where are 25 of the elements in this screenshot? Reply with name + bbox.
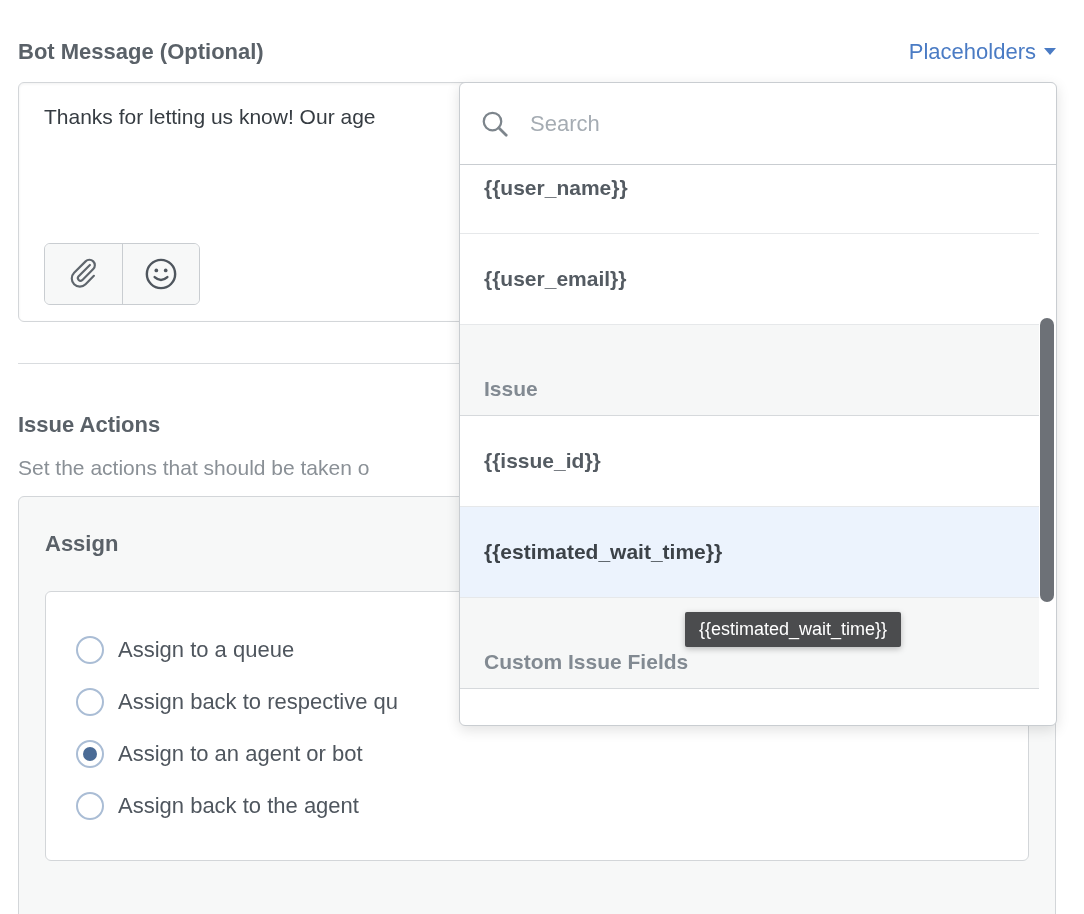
section-description: Set the actions that should be taken o <box>18 456 370 480</box>
radio-button[interactable] <box>76 740 104 768</box>
option-label: Assign to a queue <box>118 637 295 663</box>
scrollbar-thumb[interactable] <box>1040 318 1054 602</box>
radio-button[interactable] <box>76 636 104 664</box>
emoji-button[interactable] <box>122 244 199 304</box>
search-field[interactable]: Search <box>530 110 930 137</box>
radio-button[interactable] <box>76 792 104 820</box>
group-header: Issue <box>460 325 1039 416</box>
tooltip: {{estimated_wait_time}} <box>685 612 902 647</box>
section-title: Issue Actions <box>18 412 161 438</box>
menu-item[interactable]: {{user_email}} <box>460 234 1039 325</box>
message-text: Thanks for letting us know! Our age <box>44 105 376 129</box>
field-label: Bot Message (Optional) <box>18 39 264 65</box>
menu-item[interactable]: {{user_name}} <box>460 165 1039 234</box>
option-label: Assign back to the agent <box>118 793 359 819</box>
caret-icon <box>1044 48 1056 56</box>
smiley-icon <box>144 257 178 291</box>
option-label: Assign to an agent or bot <box>118 741 363 767</box>
card-title: Assign <box>45 531 119 557</box>
menu-item[interactable]: {{issue_id}} <box>460 416 1039 507</box>
placeholders-dropdown[interactable]: Placeholders <box>908 39 1056 65</box>
option-label: Assign back to respective qu <box>118 689 399 715</box>
radio-button[interactable] <box>76 688 104 716</box>
menu-item[interactable]: {{estimated_wait_time}} <box>460 507 1039 598</box>
